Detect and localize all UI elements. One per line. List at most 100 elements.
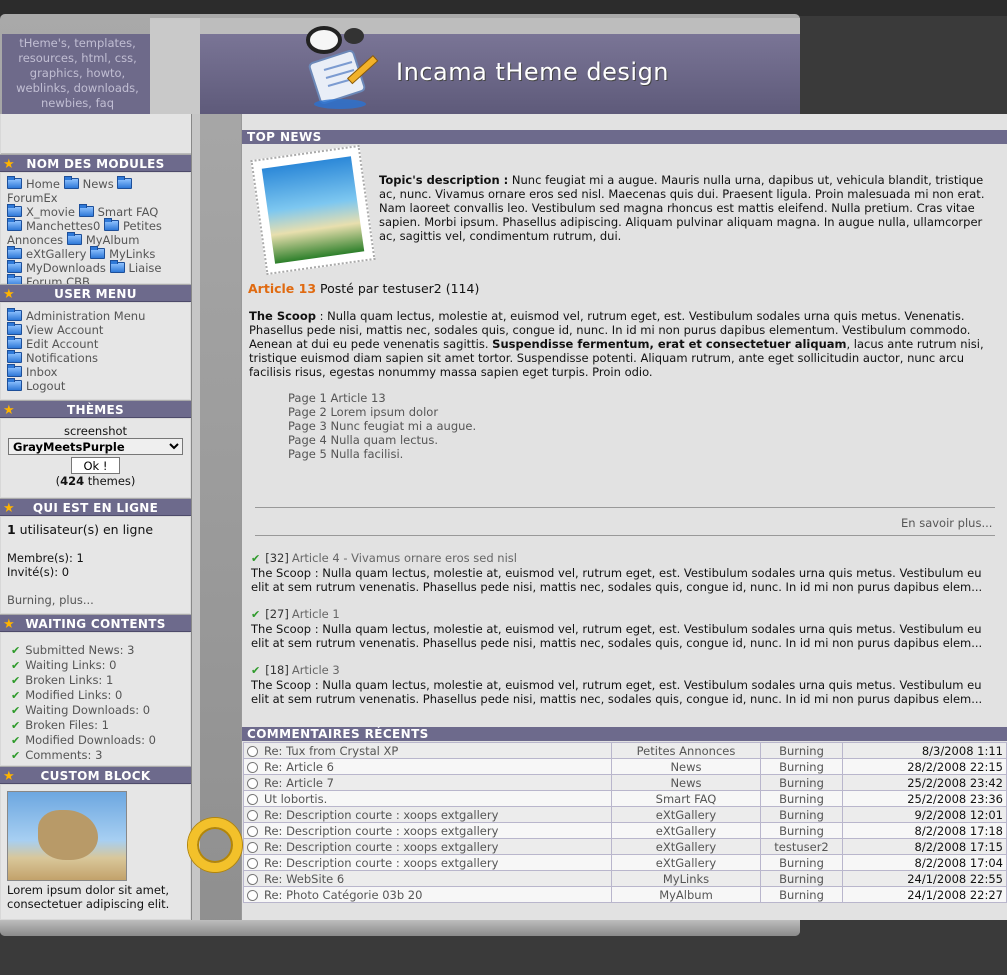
comment-user[interactable]: Burning [760, 822, 843, 839]
user-menu-inbox[interactable]: Inbox [26, 365, 57, 379]
module-link-home[interactable]: Home [26, 177, 60, 191]
comment-title-cell[interactable]: Re: Article 6 [243, 758, 612, 775]
comment-user[interactable]: Burning [760, 854, 843, 871]
user-menu-title: ★ USER MENU [0, 284, 191, 302]
check-icon: ✔ [251, 608, 261, 621]
comment-module[interactable]: Smart FAQ [611, 790, 761, 807]
waiting-comments[interactable]: Comments: 3 [25, 748, 102, 762]
comment-title-cell[interactable]: Ut lobortis. [243, 790, 612, 807]
comment-user[interactable]: Burning [760, 806, 843, 823]
comment-module[interactable]: Petites Annonces [611, 742, 761, 759]
waiting-downloads[interactable]: Waiting Downloads: 0 [25, 703, 150, 717]
comment-title[interactable]: Re: Description courte : xoops extgaller… [264, 824, 498, 838]
comment-user[interactable]: testuser2 [760, 838, 843, 855]
comment-date: 25/2/2008 23:36 [842, 790, 1007, 807]
module-link-mylinks[interactable]: MyLinks [109, 247, 155, 261]
comment-user[interactable]: Burning [760, 886, 843, 903]
module-link-mydownloads[interactable]: MyDownloads [26, 261, 106, 275]
page-link-2[interactable]: Page 2 Lorem ipsum dolor [288, 405, 476, 419]
theme-ok-button[interactable]: Ok ! [70, 457, 121, 474]
user-menu-admin[interactable]: Administration Menu [26, 309, 145, 323]
read-more-link[interactable]: En savoir plus... [901, 516, 992, 530]
waiting-modified-downloads[interactable]: Modified Downloads: 0 [25, 733, 156, 747]
comment-module[interactable]: eXtGallery [611, 806, 761, 823]
comment-title[interactable]: Re: Description courte : xoops extgaller… [264, 840, 498, 854]
stamp-image [250, 144, 376, 276]
folder-icon [7, 260, 22, 273]
comment-row: Re: Photo Catégorie 03b 20 MyAlbum Burning… [243, 886, 1007, 903]
folder-icon [7, 246, 22, 259]
module-link-extgallery[interactable]: eXtGallery [26, 247, 86, 261]
waiting-broken-links[interactable]: Broken Links: 1 [25, 673, 113, 687]
comment-module[interactable]: News [611, 758, 761, 775]
page-link-3[interactable]: Page 3 Nunc feugiat mi a augue. [288, 419, 476, 433]
module-link-news[interactable]: News [83, 177, 114, 191]
online-block-title: ★ QUI EST EN LIGNE [0, 498, 191, 516]
comment-title[interactable]: Re: Article 6 [264, 760, 334, 774]
user-menu-logout[interactable]: Logout [26, 379, 65, 393]
comment-module[interactable]: News [611, 774, 761, 791]
page-link-1[interactable]: Page 1 Article 13 [288, 391, 476, 405]
comment-title-cell[interactable]: Re: Description courte : xoops extgaller… [243, 838, 612, 855]
module-link-manchettes[interactable]: Manchettes0 [26, 219, 100, 233]
article-link[interactable]: Article 13 [248, 281, 316, 296]
modules-block: Home News ForumEx X_movie Smart FAQ Manc… [1, 173, 190, 289]
news-title-link[interactable]: Article 3 [292, 663, 340, 677]
comment-title[interactable]: Ut lobortis. [264, 792, 327, 806]
online-users-line: 1 utilisateur(s) en ligne [7, 523, 184, 537]
comment-title-cell[interactable]: Re: Description courte : xoops extgaller… [243, 854, 612, 871]
comment-user[interactable]: Burning [760, 758, 843, 775]
comment-icon [247, 841, 258, 853]
online-who-link[interactable]: Burning, plus... [7, 593, 184, 607]
theme-select[interactable]: GrayMeetsPurple [8, 438, 183, 455]
waiting-modified-links[interactable]: Modified Links: 0 [25, 688, 122, 702]
comment-title-cell[interactable]: Re: Article 7 [243, 774, 612, 791]
module-link-smartfaq[interactable]: Smart FAQ [98, 205, 159, 219]
page-link-4[interactable]: Page 4 Nulla quam lectus. [288, 433, 476, 447]
user-menu-notifications[interactable]: Notifications [26, 351, 98, 365]
page-footer [0, 920, 800, 936]
comment-module[interactable]: eXtGallery [611, 838, 761, 855]
news-title-link[interactable]: Article 1 [292, 607, 340, 621]
module-link-xmovie[interactable]: X_movie [26, 205, 75, 219]
recent-comments-title: COMMENTAIRES RÉCENTS [242, 727, 1007, 741]
waiting-submitted-news[interactable]: Submitted News: 3 [25, 643, 134, 657]
comment-module[interactable]: eXtGallery [611, 854, 761, 871]
comment-title[interactable]: Re: Article 7 [264, 776, 334, 790]
comment-module[interactable]: MyAlbum [611, 886, 761, 903]
comment-title[interactable]: Re: Description courte : xoops extgaller… [264, 856, 498, 870]
comment-module[interactable]: MyLinks [611, 870, 761, 887]
page-link-5[interactable]: Page 5 Nulla facilisi. [288, 447, 476, 461]
comment-user[interactable]: Burning [760, 774, 843, 791]
comment-user[interactable]: Burning [760, 742, 843, 759]
comment-title[interactable]: Re: WebSite 6 [264, 872, 344, 886]
comment-user[interactable]: Burning [760, 870, 843, 887]
header-slogan: tHeme's, templates, resources, html, css… [16, 36, 139, 110]
waiting-broken-files[interactable]: Broken Files: 1 [25, 718, 109, 732]
online-guests: Invité(s): 0 [7, 565, 70, 579]
waiting-links[interactable]: Waiting Links: 0 [25, 658, 116, 672]
module-link-myalbum[interactable]: MyAlbum [86, 233, 140, 247]
comment-date: 24/1/2008 22:55 [842, 870, 1007, 887]
folder-icon [7, 218, 22, 231]
theme-screenshot-link[interactable]: screenshot [7, 424, 184, 438]
comment-title[interactable]: Re: Description courte : xoops extgaller… [264, 808, 498, 822]
comment-title[interactable]: Re: Tux from Crystal XP [264, 744, 398, 758]
site-title[interactable]: Incama tHeme design [396, 58, 669, 86]
comment-user[interactable]: Burning [760, 790, 843, 807]
ring-decoration [188, 818, 242, 872]
user-menu-view-account[interactable]: View Account [26, 323, 103, 337]
comment-title[interactable]: Re: Photo Catégorie 03b 20 [264, 888, 422, 902]
theme-count: (424 themes) [7, 474, 184, 488]
comment-title-cell[interactable]: Re: WebSite 6 [243, 870, 612, 887]
module-link-forumex[interactable]: ForumEx [7, 191, 58, 205]
module-link-liaise[interactable]: Liaise [129, 261, 162, 275]
comment-title-cell[interactable]: Re: Photo Catégorie 03b 20 [243, 886, 612, 903]
comment-module[interactable]: eXtGallery [611, 822, 761, 839]
comment-title-cell[interactable]: Re: Description courte : xoops extgaller… [243, 822, 612, 839]
comment-title-cell[interactable]: Re: Tux from Crystal XP [243, 742, 612, 759]
user-menu-edit-account[interactable]: Edit Account [26, 337, 98, 351]
news-title-link[interactable]: Article 4 - Vivamus ornare eros sed nisl [292, 551, 517, 565]
comment-date: 9/2/2008 12:01 [842, 806, 1007, 823]
comment-title-cell[interactable]: Re: Description courte : xoops extgaller… [243, 806, 612, 823]
